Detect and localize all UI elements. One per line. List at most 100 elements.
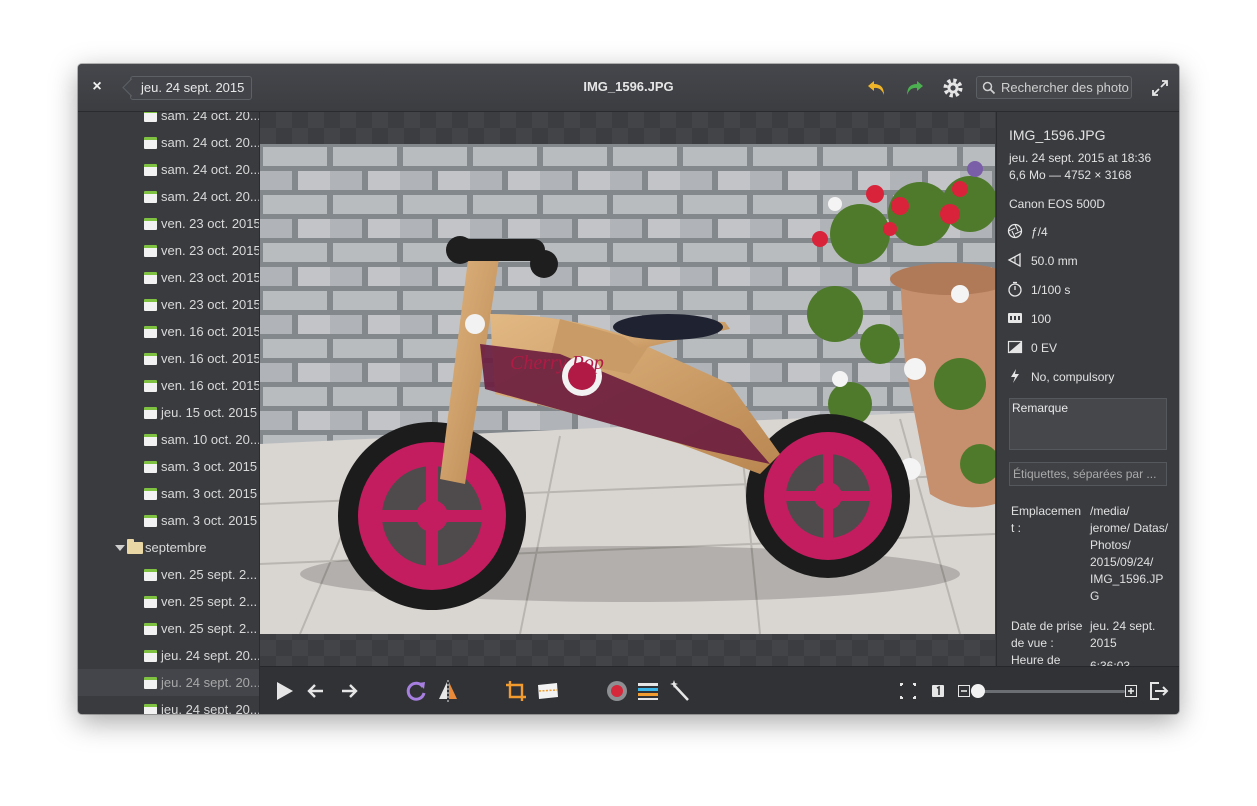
sidebar-item-label: jeu. 15 oct. 2015 bbox=[161, 405, 258, 420]
adjust-colors-icon[interactable] bbox=[636, 679, 660, 703]
previous-arrow-icon[interactable] bbox=[304, 679, 328, 703]
flip-icon[interactable] bbox=[436, 679, 460, 703]
calendar-icon bbox=[144, 353, 157, 365]
sidebar-item-label: ven. 16 oct. 2015 bbox=[161, 324, 260, 339]
back-button[interactable]: jeu. 24 sept. 2015 bbox=[130, 76, 253, 100]
sidebar-date-item[interactable]: ven. 16 oct. 2015 bbox=[78, 345, 259, 372]
bottom-toolbar bbox=[260, 666, 1179, 714]
calendar-icon bbox=[144, 112, 157, 122]
sidebar-date-item[interactable]: sam. 24 oct. 20... bbox=[78, 129, 259, 156]
calendar-icon bbox=[144, 218, 157, 230]
sidebar-tree: sam. 24 oct. 20... sam. 24 oct. 20... sa… bbox=[78, 112, 260, 714]
sidebar-item-label: septembre bbox=[145, 540, 207, 555]
calendar-icon bbox=[144, 191, 157, 203]
zoom-fit-icon[interactable] bbox=[896, 679, 920, 703]
expander-arrow-icon[interactable] bbox=[115, 545, 125, 551]
fullscreen-icon[interactable] bbox=[1148, 76, 1172, 100]
viewer-window: × jeu. 24 sept. 2015 IMG_1596.JPG sam. 2… bbox=[78, 64, 1179, 714]
calendar-icon bbox=[144, 596, 157, 608]
flash-icon bbox=[1011, 369, 1019, 383]
info-aperture: ƒ/4 bbox=[1031, 225, 1048, 239]
remark-placeholder: Remarque bbox=[1012, 401, 1069, 415]
sidebar-date-item[interactable]: sam. 10 oct. 20... bbox=[78, 426, 259, 453]
calendar-icon bbox=[144, 434, 157, 446]
zoom-100-icon[interactable] bbox=[926, 679, 950, 703]
sidebar-date-item[interactable]: jeu. 24 sept. 20... bbox=[78, 696, 259, 714]
sidebar-item-label: ven. 16 oct. 2015 bbox=[161, 378, 260, 393]
sidebar-item-label: sam. 3 oct. 2015 bbox=[161, 486, 258, 501]
sidebar-folder-septembre[interactable]: septembre bbox=[78, 534, 259, 561]
enhance-wand-icon[interactable] bbox=[668, 679, 692, 703]
calendar-icon bbox=[144, 326, 157, 338]
folder-icon bbox=[127, 539, 143, 554]
calendar-icon bbox=[144, 569, 157, 581]
next-arrow-icon[interactable] bbox=[337, 679, 361, 703]
date-taken-key: Date de prise de vue : bbox=[1011, 619, 1083, 650]
red-eye-icon[interactable] bbox=[605, 679, 629, 703]
rotate-icon[interactable] bbox=[405, 679, 429, 703]
exit-viewer-icon[interactable] bbox=[1146, 679, 1170, 703]
search-box[interactable] bbox=[976, 76, 1132, 99]
sidebar-date-item[interactable]: sam. 24 oct. 20... bbox=[78, 156, 259, 183]
sidebar-date-item[interactable]: ven. 25 sept. 2... bbox=[78, 561, 259, 588]
sidebar-date-item[interactable]: jeu. 15 oct. 2015 bbox=[78, 399, 259, 426]
sidebar-date-item[interactable]: ven. 23 oct. 2015 bbox=[78, 237, 259, 264]
sidebar-item-label: ven. 25 sept. 2... bbox=[161, 567, 258, 582]
location-key: Emplacemen t : bbox=[1011, 504, 1082, 535]
crop-icon[interactable] bbox=[504, 679, 528, 703]
calendar-icon bbox=[144, 515, 157, 527]
calendar-icon bbox=[144, 245, 157, 257]
exposure-compensation-icon bbox=[1007, 340, 1023, 354]
calendar-icon bbox=[144, 137, 157, 149]
sidebar-date-item[interactable]: sam. 24 oct. 20... bbox=[78, 183, 259, 210]
sidebar-date-item[interactable]: ven. 23 oct. 2015 bbox=[78, 210, 259, 237]
calendar-icon bbox=[144, 623, 157, 635]
search-input[interactable] bbox=[1001, 79, 1129, 96]
iso-icon bbox=[1008, 313, 1022, 323]
zoom-slider-track[interactable] bbox=[975, 690, 1125, 693]
sidebar-date-item[interactable]: ven. 16 oct. 2015 bbox=[78, 372, 259, 399]
close-button[interactable]: × bbox=[88, 78, 106, 96]
bike-brand-text: Cherry Pop bbox=[510, 352, 604, 374]
sidebar-date-item[interactable]: ven. 23 oct. 2015 bbox=[78, 291, 259, 318]
back-button-label: jeu. 24 sept. 2015 bbox=[141, 80, 245, 95]
zoom-in-icon[interactable] bbox=[1125, 685, 1137, 697]
info-iso: 100 bbox=[1031, 312, 1052, 326]
sidebar-item-label: ven. 23 oct. 2015 bbox=[161, 297, 260, 312]
sidebar-date-item[interactable]: ven. 16 oct. 2015 bbox=[78, 318, 259, 345]
calendar-icon bbox=[144, 488, 157, 500]
sidebar-item-label: jeu. 24 sept. 20... bbox=[161, 702, 260, 714]
info-camera: Canon EOS 500D bbox=[1009, 197, 1106, 211]
straighten-icon[interactable] bbox=[536, 679, 560, 703]
photo-viewport[interactable]: Cherry Pop bbox=[260, 112, 995, 666]
sidebar-item-label: ven. 25 sept. 2... bbox=[161, 621, 258, 636]
tags-input[interactable] bbox=[1013, 467, 1163, 481]
sidebar-item-label: sam. 3 oct. 2015 bbox=[161, 459, 258, 474]
zoom-out-icon[interactable] bbox=[958, 685, 970, 697]
info-panel: IMG_1596.JPG jeu. 24 sept. 2015 at 18:36… bbox=[996, 112, 1179, 666]
remark-field[interactable]: Remarque bbox=[1009, 398, 1167, 450]
sidebar-date-item[interactable]: ven. 25 sept. 2... bbox=[78, 588, 259, 615]
calendar-icon bbox=[144, 272, 157, 284]
focal-length-icon bbox=[1007, 252, 1021, 268]
play-icon[interactable] bbox=[272, 679, 296, 703]
sidebar-item-label: jeu. 24 sept. 20... bbox=[161, 648, 260, 663]
sidebar-date-item[interactable]: sam. 3 oct. 2015 bbox=[78, 507, 259, 534]
gear-icon[interactable] bbox=[941, 76, 965, 100]
sidebar-date-item-selected[interactable]: jeu. 24 sept. 20... bbox=[78, 669, 259, 696]
sidebar-date-item[interactable]: ven. 23 oct. 2015 bbox=[78, 264, 259, 291]
tags-field[interactable] bbox=[1009, 462, 1167, 486]
redo-icon[interactable] bbox=[902, 76, 926, 100]
undo-icon[interactable] bbox=[865, 76, 889, 100]
sidebar-item-label: ven. 23 oct. 2015 bbox=[161, 216, 260, 231]
sidebar-date-item[interactable]: sam. 24 oct. 20... bbox=[78, 112, 259, 129]
header-bar: × jeu. 24 sept. 2015 IMG_1596.JPG bbox=[78, 64, 1179, 112]
sidebar-item-label: sam. 3 oct. 2015 bbox=[161, 513, 258, 528]
sidebar-date-item[interactable]: sam. 3 oct. 2015 bbox=[78, 453, 259, 480]
sidebar-date-item[interactable]: jeu. 24 sept. 20... bbox=[78, 642, 259, 669]
zoom-slider-knob[interactable] bbox=[971, 684, 985, 698]
sidebar-item-label: sam. 24 oct. 20... bbox=[161, 135, 260, 150]
sidebar-date-item[interactable]: ven. 25 sept. 2... bbox=[78, 615, 259, 642]
sidebar-date-item[interactable]: sam. 3 oct. 2015 bbox=[78, 480, 259, 507]
info-filename: IMG_1596.JPG bbox=[1009, 127, 1106, 143]
